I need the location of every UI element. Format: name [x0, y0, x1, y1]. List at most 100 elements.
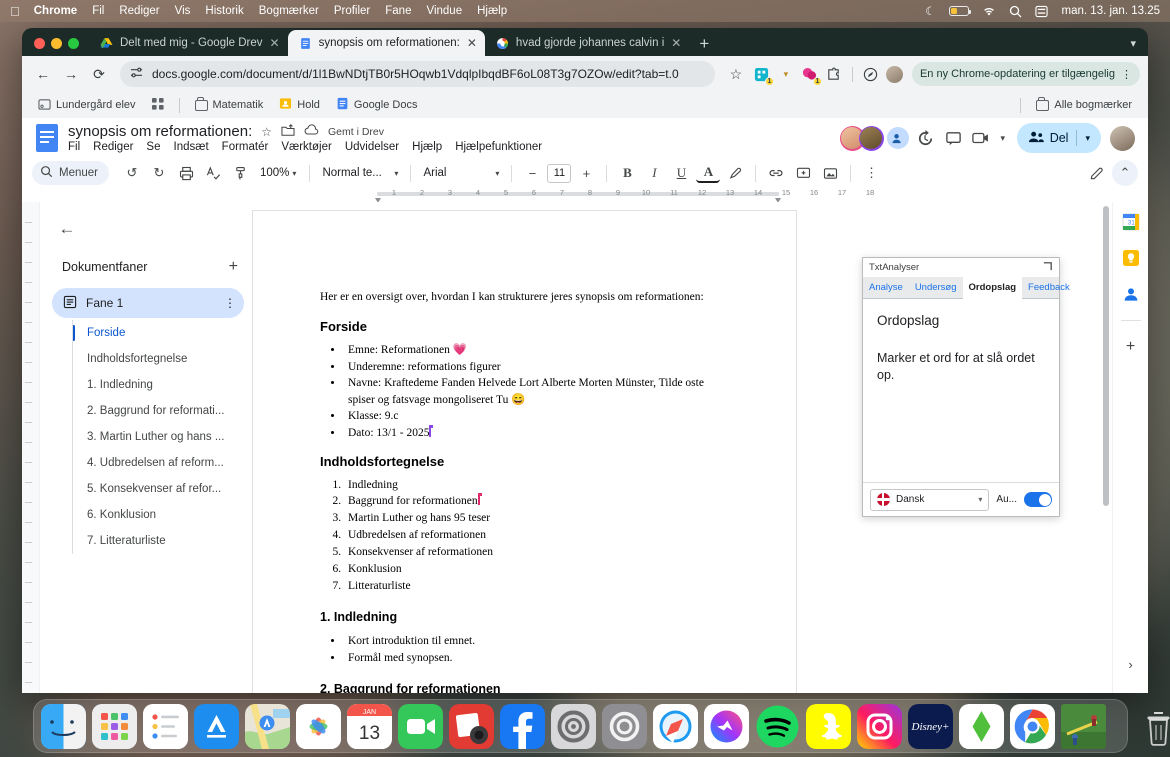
collaborator-avatar-3[interactable] — [884, 124, 912, 152]
undo-button[interactable]: ↺ — [120, 161, 144, 185]
reload-button[interactable]: ⟳ — [86, 61, 112, 87]
dock-app-snapchat[interactable] — [806, 703, 851, 749]
add-tab-button[interactable]: + — [229, 258, 238, 276]
menu-item-rediger[interactable]: Rediger — [119, 5, 159, 17]
profile-avatar[interactable] — [884, 63, 906, 85]
dock-app-reminders[interactable] — [143, 703, 188, 749]
txtanalyser-titlebar[interactable]: TxtAnalyser — [863, 258, 1059, 277]
dock-app-instagram[interactable] — [857, 703, 902, 749]
menu-item-hjaelp[interactable]: Hjælp — [477, 5, 507, 17]
dock-app-spotify[interactable] — [755, 704, 800, 749]
document-canvas[interactable]: Her er en oversigt over, hvordan I kan s… — [252, 202, 1112, 693]
scrollbar-thumb[interactable] — [1103, 206, 1109, 506]
menu-item-historik[interactable]: Historik — [205, 5, 243, 17]
dock-app-chrome[interactable] — [1010, 703, 1055, 749]
browser-tab-docs[interactable]: synopsis om reformationen: ✕ — [287, 30, 485, 56]
outline-item-udbredelsen[interactable]: 4. Udbredelsen af reform... — [73, 450, 244, 476]
document-tab-fane-1[interactable]: Fane 1 ⋮ — [52, 288, 244, 318]
menu-item-vis[interactable]: Vis — [175, 5, 191, 17]
outline-item-indledning[interactable]: 1. Indledning — [73, 372, 244, 398]
edit-pencil-icon[interactable] — [1083, 160, 1109, 186]
expand-panel-icon[interactable]: › — [1120, 653, 1142, 675]
outline-item-baggrund[interactable]: 2. Baggrund for reformati... — [73, 398, 244, 424]
back-icon[interactable]: ← — [52, 214, 82, 244]
docs-menu-se[interactable]: Se — [146, 141, 160, 153]
battery-icon[interactable] — [948, 6, 971, 16]
tab-feedback[interactable]: Feedback — [1022, 277, 1076, 298]
language-selector[interactable]: Dansk ▾ — [870, 488, 990, 511]
right-indent-marker[interactable] — [774, 192, 781, 203]
paint-format-icon[interactable] — [228, 161, 252, 185]
apple-icon[interactable]:  — [10, 5, 20, 18]
star-icon[interactable]: ☆ — [261, 125, 272, 139]
add-ons-plus-icon[interactable]: + — [1121, 337, 1141, 357]
font-size-decrease-button[interactable]: − — [520, 161, 544, 185]
tab-search-chevron-icon[interactable]: ▾ — [1118, 37, 1148, 56]
docs-menu-hjaelpefunktioner[interactable]: Hjælpefunktioner — [455, 141, 542, 153]
account-avatar[interactable] — [1108, 124, 1136, 152]
dock-app-calendar[interactable]: JAN 13 — [347, 703, 392, 749]
bookmark-google-docs[interactable]: Google Docs — [330, 95, 424, 115]
google-keep-icon[interactable] — [1121, 248, 1141, 268]
kebab-icon[interactable]: ⋮ — [1121, 68, 1132, 81]
close-icon[interactable]: ✕ — [467, 36, 477, 50]
menu-item-fane[interactable]: Fane — [385, 5, 411, 17]
docs-menu-hjaelp[interactable]: Hjælp — [412, 141, 442, 153]
zoom-selector[interactable]: 100% ▾ — [255, 167, 301, 179]
font-family-selector[interactable]: Arial ▾ — [419, 167, 503, 179]
collaborator-avatar-2[interactable] — [858, 125, 884, 151]
maximize-window-button[interactable] — [68, 38, 79, 49]
side-panel-icon[interactable] — [860, 63, 882, 85]
tab-undersoeg[interactable]: Undersøg — [909, 277, 963, 298]
tune-icon[interactable] — [130, 66, 143, 82]
outline-item-konklusion[interactable]: 6. Konklusion — [73, 502, 244, 528]
docs-menu-vaerktoejer[interactable]: Værktøjer — [281, 141, 331, 153]
chevron-down-icon[interactable]: ▾ — [394, 169, 398, 178]
docs-menu-formater[interactable]: Formatér — [222, 141, 269, 153]
extension-badge-2-icon[interactable]: 1 — [799, 63, 822, 86]
docs-menu-udvidelser[interactable]: Udvidelser — [345, 141, 399, 153]
txtanalyser-panel[interactable]: TxtAnalyser Analyse Undersøg Ordopslag F… — [862, 257, 1070, 517]
search-icon[interactable] — [1009, 5, 1022, 18]
google-docs-logo[interactable] — [34, 122, 60, 154]
chevron-down-icon[interactable]: ▾ — [1085, 133, 1090, 144]
url-text[interactable]: docs.google.com/document/d/1l1BwNDtjTB0r… — [152, 67, 679, 81]
wifi-icon[interactable] — [982, 6, 996, 17]
browser-tab-search[interactable]: hvad gjorde johannes calvin i ✕ — [485, 30, 689, 56]
document-page[interactable]: Her er en oversigt over, hvordan I kan s… — [252, 210, 797, 693]
docs-menu-rediger[interactable]: Rediger — [93, 141, 133, 153]
font-size-increase-button[interactable]: + — [574, 161, 598, 185]
bookmark-hold[interactable]: Hold — [273, 95, 326, 115]
add-comment-icon[interactable] — [791, 161, 815, 185]
bold-button[interactable]: B — [615, 161, 639, 185]
dock-app-launchpad[interactable] — [92, 703, 137, 749]
menu-item-chrome[interactable]: Chrome — [34, 5, 77, 17]
comment-icon[interactable] — [940, 124, 968, 152]
tab-ordopslag[interactable]: Ordopslag — [962, 277, 1023, 299]
chevron-down-icon[interactable]: ▾ — [292, 169, 296, 178]
dock-app-sims[interactable] — [959, 703, 1004, 749]
new-tab-button[interactable]: + — [689, 35, 719, 56]
redo-button[interactable]: ↻ — [147, 161, 171, 185]
outline-item-forside[interactable]: Forside — [73, 320, 244, 346]
outline-item-indholdsfortegnelse[interactable]: Indholdsfortegnelse — [73, 346, 244, 372]
extensions-puzzle-icon[interactable] — [823, 63, 845, 85]
outline-item-konsekvenser[interactable]: 5. Konsekvenser af refor... — [73, 476, 244, 502]
version-history-icon[interactable] — [912, 124, 940, 152]
address-bar[interactable]: docs.google.com/document/d/1l1BwNDtjTB0r… — [120, 61, 715, 87]
chevron-down-icon[interactable]: ▾ — [978, 495, 982, 504]
paragraph-style-selector[interactable]: Normal te... ▾ — [318, 167, 402, 179]
menu-item-profiler[interactable]: Profiler — [334, 5, 370, 17]
link-icon[interactable] — [764, 161, 788, 185]
menus-search-pill[interactable]: Menuer — [32, 161, 109, 185]
move-to-folder-icon[interactable] — [281, 123, 295, 140]
close-icon[interactable]: ✕ — [671, 36, 681, 50]
resize-corner-icon[interactable] — [1042, 261, 1053, 275]
dock-app-app-store[interactable] — [194, 703, 239, 749]
extensions-chevron-down-icon[interactable]: ▾ — [775, 63, 797, 85]
text-color-button[interactable]: A — [696, 163, 721, 183]
tab-analyse[interactable]: Analyse — [863, 277, 909, 298]
dock-app-disney-plus[interactable]: Disney+ — [908, 703, 953, 749]
dock-app-finder[interactable] — [41, 703, 86, 749]
trash-icon[interactable] — [1136, 704, 1170, 749]
